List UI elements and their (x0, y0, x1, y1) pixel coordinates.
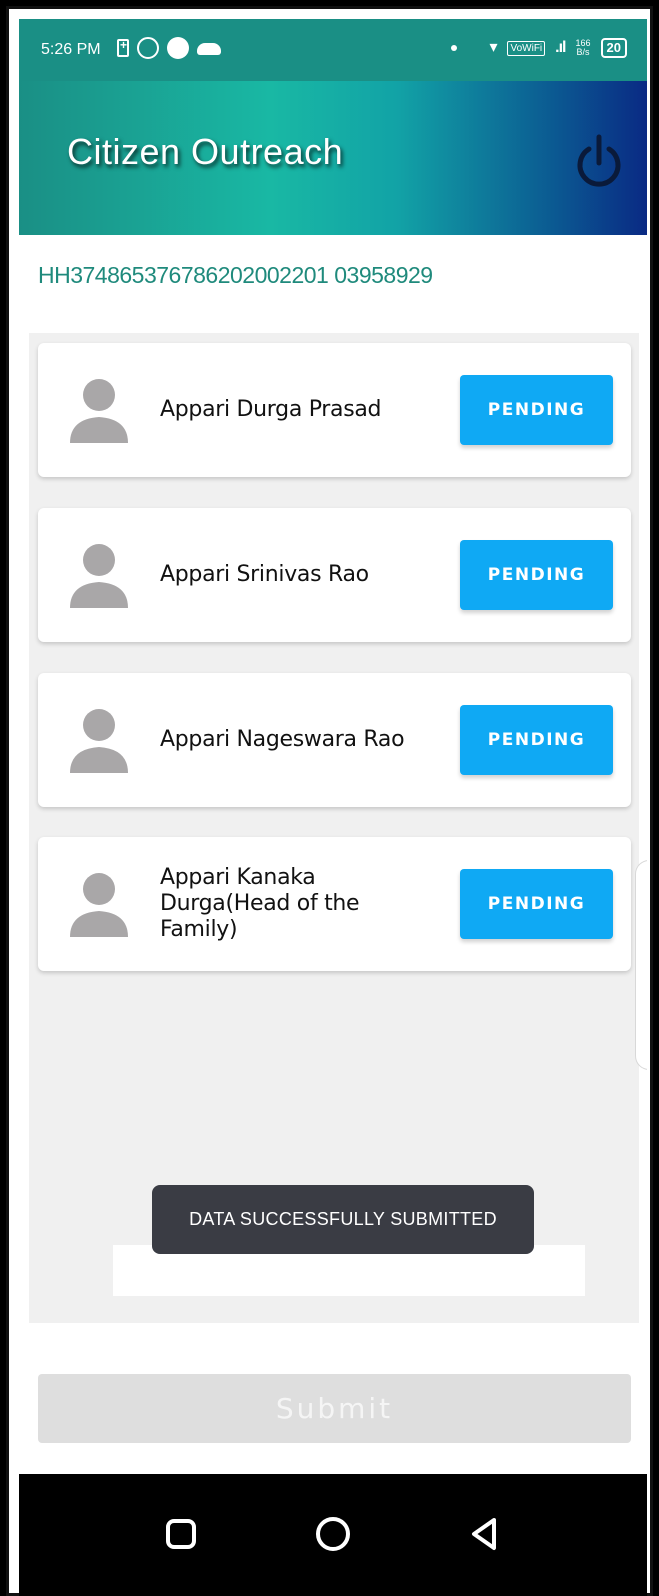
system-icons: ▾ VoWiFi .ıl 166 B/s 20 (451, 37, 627, 59)
power-icon (577, 134, 621, 187)
side-drawer-handle[interactable] (635, 860, 647, 1070)
member-name: Appari Kanaka Durga(Head of the Family) (160, 865, 360, 942)
member-name: Appari Nageswara Rao (160, 727, 405, 752)
circle-icon (167, 37, 189, 59)
member-name: Appari Durga Prasad (160, 397, 382, 422)
person-icon (70, 379, 128, 443)
pending-button[interactable]: PENDING (460, 869, 613, 939)
dot-icon (451, 45, 458, 51)
vowifi-badge: VoWiFi (507, 40, 546, 56)
member-card[interactable]: Appari Durga Prasad PENDING (38, 343, 631, 477)
notification-icons (117, 37, 221, 59)
member-card[interactable]: Appari Nageswara Rao PENDING (38, 673, 631, 807)
status-bar: 5:26 PM ▾ VoWiFi .ıl 166 B/s 20 (19, 19, 647, 81)
navigation-bar (19, 1474, 647, 1596)
app-bar: Citizen Outreach (19, 81, 647, 235)
member-list: Appari Durga Prasad PENDING Appari Srini… (29, 333, 639, 1323)
phone-screen: 5:26 PM ▾ VoWiFi .ıl 166 B/s 20 Citizen … (19, 19, 647, 1596)
cloud-icon (197, 43, 221, 55)
battery-indicator: 20 (600, 38, 627, 58)
signal-icon: .ıl (555, 39, 566, 56)
status-time: 5:26 PM (41, 41, 101, 58)
member-card[interactable]: Appari Kanaka Durga(Head of the Family) … (38, 837, 631, 971)
pending-button[interactable]: PENDING (460, 705, 613, 775)
pending-button[interactable]: PENDING (460, 540, 613, 610)
pending-button[interactable]: PENDING (460, 375, 613, 445)
person-icon (70, 544, 128, 608)
submit-button[interactable]: Submit (38, 1374, 631, 1443)
speed-unit: B/s (576, 47, 590, 57)
household-id: HH374865376786202002201 03958929 (38, 262, 433, 288)
battery-charging-icon (117, 38, 129, 57)
person-icon (70, 873, 128, 937)
person-icon (70, 709, 128, 773)
square-icon[interactable] (159, 1512, 203, 1556)
toast-message: DATA SUCCESSFULLY SUBMITTED (152, 1185, 534, 1254)
wifi-icon: ▾ (489, 39, 498, 56)
member-name: Appari Srinivas Rao (160, 562, 369, 587)
whatsapp-icon (137, 37, 159, 59)
member-card[interactable]: Appari Srinivas Rao PENDING (38, 508, 631, 642)
network-speed: 166 B/s (576, 39, 591, 57)
app-title: Citizen Outreach (67, 131, 344, 172)
power-button[interactable] (575, 133, 623, 189)
circle-icon[interactable] (311, 1512, 355, 1556)
triangle-back-icon[interactable] (463, 1512, 507, 1556)
